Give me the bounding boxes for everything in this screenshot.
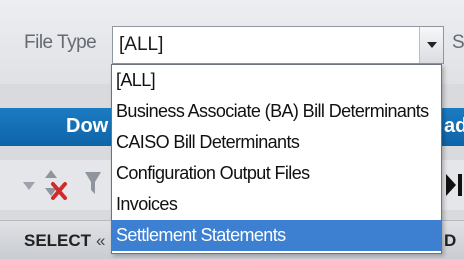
download-button[interactable]: Dow — [66, 115, 108, 138]
prev-page-icon[interactable]: « — [96, 231, 105, 251]
last-page-icon[interactable] — [444, 172, 464, 203]
file-type-selected-value: [ALL] — [119, 34, 164, 55]
filter-icon[interactable] — [84, 170, 102, 201]
dropdown-option-ba-bill-determinants[interactable]: Business Associate (BA) Bill Determinant… — [112, 96, 441, 127]
file-type-label: File Type — [24, 32, 97, 53]
clear-sort-icon[interactable] — [42, 168, 68, 207]
triangle-down-icon[interactable] — [22, 178, 36, 196]
dropdown-option-configuration-output-files[interactable]: Configuration Output Files — [112, 158, 441, 189]
column-header-d[interactable]: D — [444, 231, 456, 251]
dropdown-option-invoices[interactable]: Invoices — [112, 189, 441, 220]
dropdown-option-settlement-statements[interactable]: Settlement Statements — [112, 220, 441, 251]
column-header-select[interactable]: SELECT — [24, 231, 91, 251]
file-type-select[interactable]: [ALL] — [112, 26, 444, 64]
action-bar-right-button[interactable]: ad — [444, 115, 464, 138]
next-filter-label: S — [452, 32, 464, 53]
dropdown-option-caiso-bill-determinants[interactable]: CAISO Bill Determinants — [112, 127, 441, 158]
file-type-dropdown: [ALL] Business Associate (BA) Bill Deter… — [111, 64, 442, 254]
chevron-down-icon[interactable] — [419, 27, 443, 63]
dropdown-option-all[interactable]: [ALL] — [112, 65, 441, 96]
